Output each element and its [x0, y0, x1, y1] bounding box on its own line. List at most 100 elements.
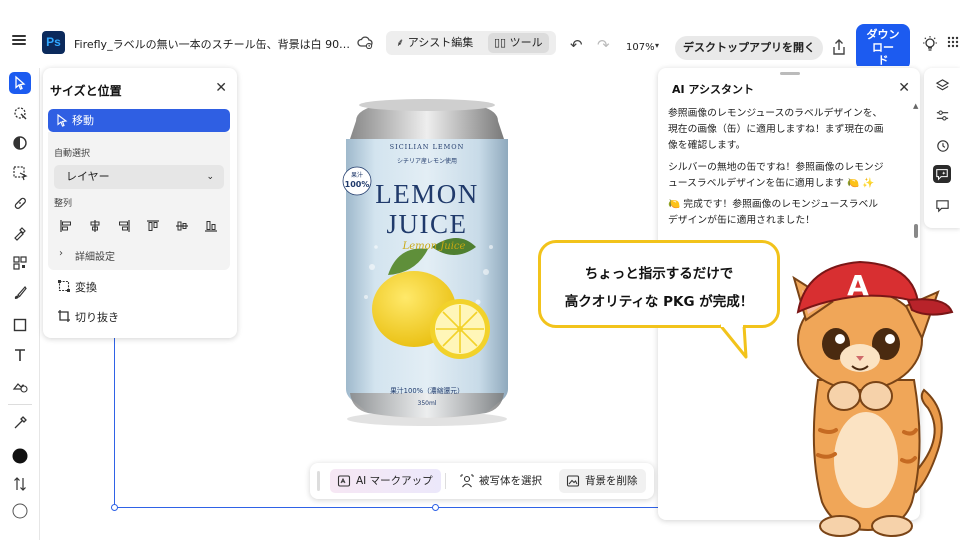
- select-subject-button[interactable]: 被写体を選択: [453, 469, 550, 493]
- resize-handle-bottom[interactable]: [432, 504, 439, 511]
- can-juice-pct: 果汁100%（濃縮還元）: [390, 386, 464, 395]
- move-button[interactable]: 移動: [48, 109, 230, 132]
- align-buttons: [59, 219, 224, 235]
- select-subject-label: 被写体を選択: [479, 475, 542, 487]
- document-title[interactable]: Firefly_ラベルの無い一本のスチール缶、背景は白 90…: [74, 36, 359, 52]
- apps-grid-icon[interactable]: [947, 36, 959, 48]
- cap-letter: A: [847, 269, 869, 302]
- left-toolbar: [0, 68, 40, 540]
- eyedropper-icon[interactable]: [9, 412, 31, 434]
- comments-icon[interactable]: [933, 196, 951, 214]
- cloud-sync-icon[interactable]: [357, 35, 373, 49]
- share-icon[interactable]: [831, 38, 847, 56]
- zoom-level[interactable]: 107%: [626, 42, 655, 53]
- undo-icon[interactable]: ↶: [570, 38, 583, 53]
- swap-colors-icon[interactable]: [9, 473, 31, 495]
- history-icon[interactable]: [933, 136, 951, 154]
- tab-tools-label: ツール: [509, 36, 543, 49]
- can-badge-l1: 果汁: [351, 171, 363, 179]
- object-select-icon[interactable]: [9, 162, 31, 184]
- speech-bubble: ちょっと指示するだけで 高クオリティな PKG が完成！: [538, 240, 780, 328]
- close-icon[interactable]: ✕: [898, 80, 910, 96]
- move-button-label: 移動: [72, 114, 94, 127]
- remove-background-label: 背景を削除: [585, 475, 638, 487]
- taskbar-drag-handle[interactable]: [317, 471, 320, 491]
- ai-assistant-icon[interactable]: [933, 165, 951, 183]
- transform-item[interactable]: 変換: [57, 279, 97, 295]
- can-name-lemon: LEMON: [375, 179, 479, 209]
- redo-icon[interactable]: ↷: [597, 38, 610, 53]
- ai-markup-button[interactable]: AI マークアップ: [330, 469, 441, 493]
- bubble-line-1: ちょっと指示するだけで: [584, 266, 734, 282]
- ai-markup-icon: [337, 475, 351, 487]
- move-tool-icon[interactable]: [9, 72, 31, 94]
- remove-background-icon: [566, 475, 580, 487]
- taskbar-divider: [445, 473, 446, 489]
- can-badge-l2: 100%: [345, 180, 370, 189]
- panel-title: サイズと位置: [50, 84, 122, 98]
- ai-message-3-line: 🍋 完成です！参照画像のレモンジュースラベル: [668, 199, 879, 210]
- ai-message-3: 🍋 完成です！参照画像のレモンジュースラベル デザインが缶に適用されました！: [668, 197, 908, 229]
- auto-select-dropdown[interactable]: レイヤー ⌄: [54, 165, 224, 189]
- ai-message-1: 参照画像のレモンジュースのラベルデザインを、 現在の画像（缶）に適用しますね！ま…: [668, 106, 908, 154]
- download-button[interactable]: ダウン ロー ド: [856, 24, 910, 70]
- quick-select-icon[interactable]: [9, 102, 31, 124]
- can-script: Lemon Juice: [402, 241, 466, 252]
- align-top-icon[interactable]: [146, 219, 160, 233]
- chevron-down-icon: ⌄: [206, 172, 214, 182]
- scrollbar[interactable]: ▲: [913, 102, 919, 252]
- transform-label: 変換: [75, 281, 97, 294]
- healing-brush-icon[interactable]: [9, 192, 31, 214]
- align-label: 整列: [54, 199, 73, 209]
- open-desktop-button[interactable]: デスクトップアプリを開く: [675, 36, 823, 60]
- cursor-arrow-icon: [57, 114, 68, 127]
- adjust-icon[interactable]: [9, 132, 31, 154]
- chevron-down-icon[interactable]: ▾: [655, 41, 659, 50]
- tab-tools[interactable]: ▯▯ ツール: [488, 33, 549, 53]
- shape-rectangle-icon[interactable]: [9, 314, 31, 336]
- ai-message-1-line: 像を確認します。: [668, 140, 746, 151]
- tab-assist-edit-label: アシスト編集: [407, 36, 474, 49]
- select-subject-icon: [460, 474, 474, 488]
- sparkle-wand-icon: ⸙: [396, 36, 405, 49]
- photoshop-logo: Ps: [42, 31, 65, 54]
- align-left-icon[interactable]: [59, 219, 73, 233]
- foreground-color-swatch[interactable]: [9, 445, 31, 467]
- align-right-icon[interactable]: [117, 219, 131, 233]
- close-icon[interactable]: ✕: [215, 80, 227, 96]
- transform-icon: [58, 280, 70, 292]
- chevron-right-icon[interactable]: ›: [59, 248, 63, 259]
- scroll-up-icon[interactable]: ▲: [913, 102, 918, 110]
- qr-apps-icon[interactable]: [9, 252, 31, 274]
- adjustments-sliders-icon[interactable]: [933, 106, 951, 124]
- ai-markup-label: AI マークアップ: [356, 475, 433, 487]
- panel-drag-handle[interactable]: [780, 72, 800, 75]
- lemon-juice-can-image[interactable]: 果汁 100% SICILIAN LEMON シチリア産レモン使用 LEMON …: [336, 97, 518, 427]
- text-tool-icon[interactable]: [9, 344, 31, 366]
- menu-icon[interactable]: [12, 33, 26, 47]
- bubble-line-2: 高クオリティな PKG が完成！: [564, 294, 754, 310]
- ai-message-2-line: シルバーの無地の缶ですね！参照画像のレモンジ: [668, 162, 884, 173]
- toolbar-divider: [8, 404, 32, 405]
- scrollbar-thumb[interactable]: [914, 224, 918, 238]
- background-color-swatch[interactable]: [9, 500, 31, 522]
- crop-item[interactable]: 切り抜き: [57, 309, 119, 325]
- cat-mascot-illustration: A: [792, 260, 954, 537]
- brush-icon[interactable]: [9, 282, 31, 304]
- align-bottom-icon[interactable]: [204, 219, 218, 233]
- remove-background-button[interactable]: 背景を削除: [559, 469, 646, 493]
- ai-message-2-line: ュースラベルデザインを缶に適用します 🍋 ✨: [668, 178, 875, 189]
- can-volume: 350ml: [418, 400, 437, 407]
- add-image-icon[interactable]: [9, 374, 31, 396]
- download-label-1: ダウン: [866, 28, 900, 41]
- align-middle-icon[interactable]: [175, 219, 189, 233]
- right-rail: [924, 68, 960, 228]
- align-center-h-icon[interactable]: [88, 219, 102, 233]
- ai-message-2: シルバーの無地の缶ですね！参照画像のレモンジ ュースラベルデザインを缶に適用しま…: [668, 160, 908, 192]
- generative-fill-icon[interactable]: [9, 222, 31, 244]
- tab-assist-edit[interactable]: ⸙ アシスト編集: [390, 33, 479, 53]
- lightbulb-icon[interactable]: [921, 35, 939, 53]
- resize-handle-bottom-left[interactable]: [111, 504, 118, 511]
- layers-icon[interactable]: [933, 76, 951, 94]
- advanced-settings[interactable]: 詳細設定: [75, 248, 115, 263]
